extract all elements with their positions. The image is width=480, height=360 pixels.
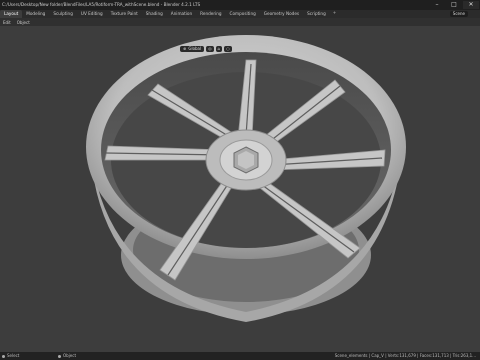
proportional-edit-button[interactable]: ○ [224,46,232,52]
orientation-label: Global [188,46,202,51]
menu-edit[interactable]: Edit [0,20,14,25]
status-bar: Select Object Scene_elements | Cap_V | V… [0,352,480,360]
tab-animation[interactable]: Animation [167,10,196,18]
menu-object[interactable]: Object [14,20,33,25]
tab-rendering[interactable]: Rendering [196,10,225,18]
minimize-button[interactable]: – [429,1,445,9]
pivot-icon: ◎ [208,46,212,51]
scene-statistics: Scene_elements | Cap_V | Verts:131,679 |… [334,353,476,358]
tab-shading[interactable]: Shading [142,10,167,18]
window-controls: – □ ✕ [429,1,479,9]
add-workspace-button[interactable]: + [330,10,340,18]
pivot-point-button[interactable]: ◎ [206,46,214,52]
scene-name: Scene [449,11,468,17]
maximize-button[interactable]: □ [446,1,462,9]
3d-viewport[interactable]: ⊕ Global ◎ ⌂ ○ [0,26,480,352]
transform-orientation[interactable]: ⊕ Global [180,46,205,52]
mouse-icon [2,354,5,358]
viewport-header: ⊕ Global ◎ ⌂ ○ [180,46,232,52]
tab-geometry-nodes[interactable]: Geometry Nodes [260,10,303,18]
viewport-menu-bar: Edit Object [0,18,480,26]
close-button[interactable]: ✕ [463,1,479,9]
scene-selector[interactable]: Scene [449,11,468,17]
status-object: Object [58,352,76,360]
mouse-icon [58,354,61,358]
proportional-icon: ○ [226,46,230,51]
tab-compositing[interactable]: Compositing [226,10,260,18]
status-select: Select [2,352,19,360]
tab-scripting[interactable]: Scripting [303,10,330,18]
tab-texture-paint[interactable]: Texture Paint [107,10,142,18]
workspace-tabs: Layout Modeling Sculpting UV Editing Tex… [0,10,339,18]
workspace-tabs-bar: Layout Modeling Sculpting UV Editing Tex… [0,10,480,18]
tab-layout[interactable]: Layout [0,10,23,18]
window-title: C:/Users/Desktop/New folder/BlendFiles/L… [2,2,201,7]
orientation-icon: ⊕ [183,46,187,51]
wheel-render [86,35,406,322]
title-bar: C:/Users/Desktop/New folder/BlendFiles/L… [0,0,480,10]
tab-uv-editing[interactable]: UV Editing [77,10,107,18]
snap-button[interactable]: ⌂ [215,46,223,52]
tab-sculpting[interactable]: Sculpting [49,10,77,18]
magnet-icon: ⌂ [217,46,221,51]
tab-modeling[interactable]: Modeling [22,10,49,18]
